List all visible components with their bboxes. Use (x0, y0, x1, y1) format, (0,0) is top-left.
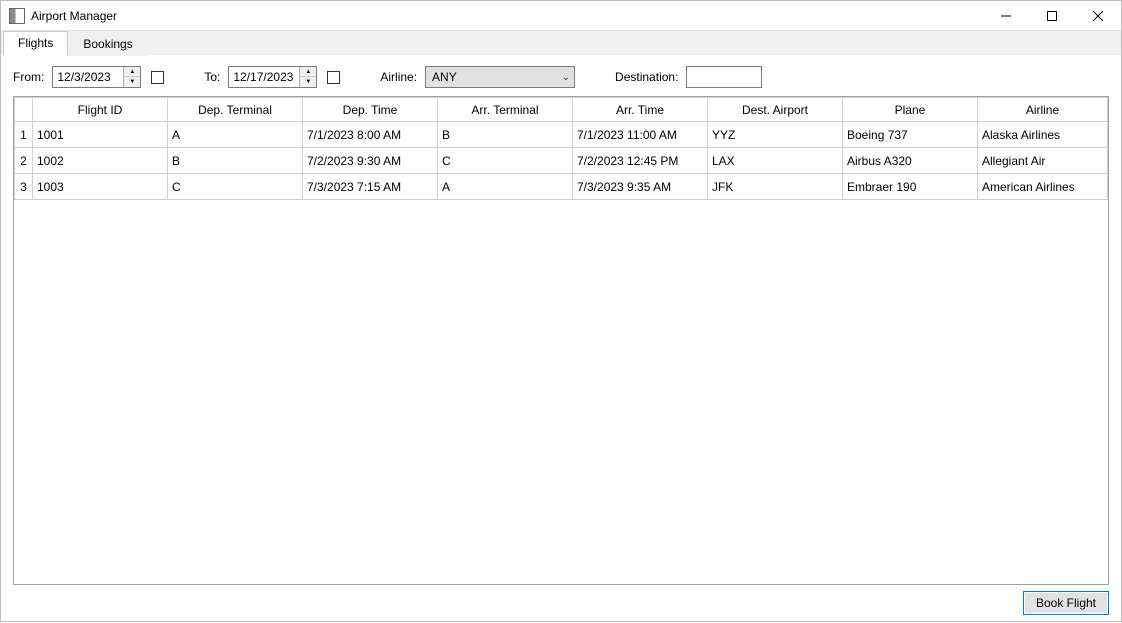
cell-dep-time[interactable]: 7/2/2023 9:30 AM (303, 148, 438, 174)
close-icon (1093, 11, 1103, 21)
window-titlebar: Airport Manager (1, 1, 1121, 31)
maximize-button[interactable] (1029, 1, 1075, 31)
col-plane[interactable]: Plane (843, 98, 978, 122)
from-date-field[interactable]: ▲ ▼ (52, 66, 141, 88)
row-number: 3 (15, 174, 33, 200)
cell-dep-time[interactable]: 7/1/2023 8:00 AM (303, 122, 438, 148)
from-label: From: (13, 70, 44, 84)
col-arr-terminal[interactable]: Arr. Terminal (438, 98, 573, 122)
cell-airline[interactable]: Alaska Airlines (978, 122, 1108, 148)
flights-grid-container: Flight ID Dep. Terminal Dep. Time Arr. T… (13, 96, 1109, 585)
table-row[interactable]: 3 1003 C 7/3/2023 7:15 AM A 7/3/2023 9:3… (15, 174, 1108, 200)
cell-dest-airport[interactable]: LAX (708, 148, 843, 174)
tab-flights[interactable]: Flights (3, 31, 68, 56)
cell-airline[interactable]: American Airlines (978, 174, 1108, 200)
airline-dropdown-value: ANY (432, 70, 457, 84)
row-number: 1 (15, 122, 33, 148)
tab-content: From: ▲ ▼ To: ▲ ▼ Airline: ANY ⌄ Destina… (1, 56, 1121, 623)
from-date-input[interactable] (53, 67, 123, 87)
to-date-down-button[interactable]: ▼ (300, 77, 316, 87)
cell-arr-time[interactable]: 7/3/2023 9:35 AM (573, 174, 708, 200)
col-airline[interactable]: Airline (978, 98, 1108, 122)
grid-empty-area (14, 200, 1108, 584)
to-date-spinner: ▲ ▼ (299, 67, 316, 87)
destination-label: Destination: (615, 70, 678, 84)
to-date-input[interactable] (229, 67, 299, 87)
close-button[interactable] (1075, 1, 1121, 31)
chevron-down-icon: ⌄ (562, 72, 570, 83)
table-row[interactable]: 1 1001 A 7/1/2023 8:00 AM B 7/1/2023 11:… (15, 122, 1108, 148)
tab-bookings[interactable]: Bookings (68, 32, 147, 56)
cell-flight-id[interactable]: 1001 (33, 122, 168, 148)
cell-arr-terminal[interactable]: C (438, 148, 573, 174)
cell-arr-time[interactable]: 7/1/2023 11:00 AM (573, 122, 708, 148)
cell-dest-airport[interactable]: JFK (708, 174, 843, 200)
to-date-field[interactable]: ▲ ▼ (228, 66, 317, 88)
destination-input[interactable] (686, 66, 762, 88)
cell-arr-time[interactable]: 7/2/2023 12:45 PM (573, 148, 708, 174)
tab-bar: Flights Bookings (1, 31, 1121, 56)
cell-dep-terminal[interactable]: A (168, 122, 303, 148)
cell-dep-time[interactable]: 7/3/2023 7:15 AM (303, 174, 438, 200)
app-icon (9, 8, 25, 24)
cell-dest-airport[interactable]: YYZ (708, 122, 843, 148)
grid-header-row: Flight ID Dep. Terminal Dep. Time Arr. T… (15, 98, 1108, 122)
window-title: Airport Manager (31, 9, 117, 23)
table-row[interactable]: 2 1002 B 7/2/2023 9:30 AM C 7/2/2023 12:… (15, 148, 1108, 174)
book-flight-button[interactable]: Book Flight (1023, 591, 1109, 615)
cell-dep-terminal[interactable]: B (168, 148, 303, 174)
from-date-up-button[interactable]: ▲ (124, 67, 140, 77)
cell-plane[interactable]: Embraer 190 (843, 174, 978, 200)
cell-arr-terminal[interactable]: B (438, 122, 573, 148)
col-dep-terminal[interactable]: Dep. Terminal (168, 98, 303, 122)
to-label: To: (204, 70, 220, 84)
col-dest-airport[interactable]: Dest. Airport (708, 98, 843, 122)
airline-label: Airline: (380, 70, 417, 84)
row-number: 2 (15, 148, 33, 174)
minimize-button[interactable] (983, 1, 1029, 31)
from-date-checkbox[interactable] (151, 71, 164, 84)
footer-bar: Book Flight (13, 585, 1109, 615)
to-date-up-button[interactable]: ▲ (300, 67, 316, 77)
col-flight-id[interactable]: Flight ID (33, 98, 168, 122)
maximize-icon (1047, 11, 1057, 21)
cell-flight-id[interactable]: 1002 (33, 148, 168, 174)
minimize-icon (1001, 11, 1011, 21)
cell-plane[interactable]: Airbus A320 (843, 148, 978, 174)
cell-airline[interactable]: Allegiant Air (978, 148, 1108, 174)
col-dep-time[interactable]: Dep. Time (303, 98, 438, 122)
from-date-spinner: ▲ ▼ (123, 67, 140, 87)
from-date-down-button[interactable]: ▼ (124, 77, 140, 87)
to-date-checkbox[interactable] (327, 71, 340, 84)
col-arr-time[interactable]: Arr. Time (573, 98, 708, 122)
cell-plane[interactable]: Boeing 737 (843, 122, 978, 148)
cell-arr-terminal[interactable]: A (438, 174, 573, 200)
cell-dep-terminal[interactable]: C (168, 174, 303, 200)
cell-flight-id[interactable]: 1003 (33, 174, 168, 200)
flights-grid[interactable]: Flight ID Dep. Terminal Dep. Time Arr. T… (14, 97, 1108, 200)
airline-dropdown[interactable]: ANY ⌄ (425, 66, 575, 88)
filter-bar: From: ▲ ▼ To: ▲ ▼ Airline: ANY ⌄ Destina… (13, 66, 1109, 88)
grid-corner (15, 98, 33, 122)
